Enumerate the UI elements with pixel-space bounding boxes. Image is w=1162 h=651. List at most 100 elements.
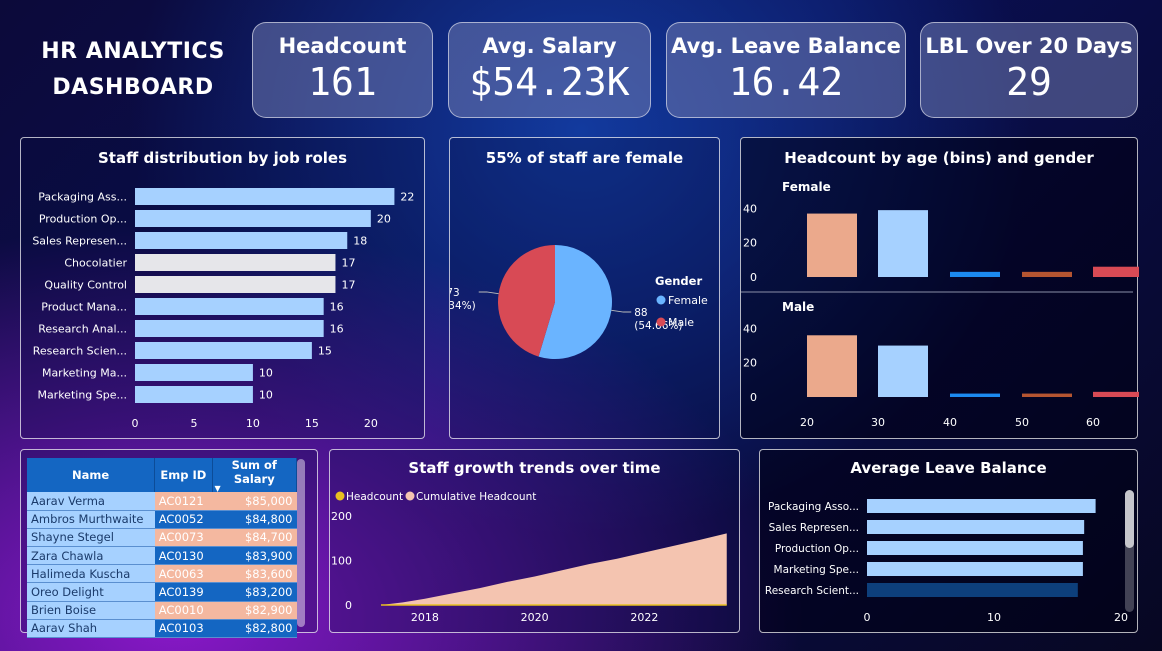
column-header-emp-id[interactable]: Emp ID [154, 458, 213, 492]
gender-pie-panel[interactable]: 55% of staff are female 88(54.66%)73(45.… [449, 137, 720, 439]
bar-category-label: Quality Control [44, 279, 127, 292]
table-scrollbar[interactable] [297, 459, 305, 627]
bar [135, 188, 395, 205]
cell-emp-id: AC0073 [154, 528, 213, 548]
bar-category-label: Research Scient... [765, 585, 859, 597]
cell-emp-id: AC0139 [154, 582, 213, 602]
bar [135, 210, 371, 227]
pie-leader-line [611, 309, 632, 313]
legend-marker [656, 317, 666, 327]
y-tick-label: 0 [345, 599, 352, 612]
cell-emp-id: AC0130 [154, 546, 213, 566]
x-tick-label: 30 [871, 416, 885, 429]
bar-data-label: 20 [377, 213, 391, 226]
growth-panel[interactable]: Staff growth trends over time Headcount C… [329, 449, 740, 633]
x-tick-label: 5 [190, 417, 197, 430]
age-gender-panel[interactable]: Headcount by age (bins) and gender Femal… [740, 137, 1139, 439]
cell-name: Zara Chawla [27, 546, 155, 566]
table-row[interactable]: Ambros Murthwaite AC0052 $84,800 [27, 510, 297, 529]
kpi-value: 16.42 [728, 60, 844, 104]
bar [878, 345, 928, 397]
legend-label: Headcount [346, 491, 403, 503]
table-row[interactable]: Zara Chawla AC0130 $83,900 [27, 546, 297, 566]
leave-panel[interactable]: Average Leave Balance Packaging Asso... S… [759, 449, 1138, 633]
cell-name: Ambros Murthwaite [27, 510, 155, 529]
cell-salary: $84,700 [212, 528, 297, 548]
bar [867, 562, 1083, 576]
legend-label: Cumulative Headcount [416, 491, 536, 503]
kpi-card-lbl-over-20[interactable]: LBL Over 20 Days 29 [920, 22, 1138, 118]
x-tick-label: 2018 [411, 611, 439, 624]
bar-category-label: Sales Represen... [769, 522, 859, 534]
bar [135, 364, 253, 381]
bar [135, 342, 312, 359]
x-tick-label: 0 [864, 611, 871, 624]
x-tick-label: 2022 [630, 611, 658, 624]
gender-pie-chart: 88(54.66%)73(45.34%)GenderFemaleMale [450, 245, 708, 359]
table-row[interactable]: Oreo Delight AC0139 $83,200 [27, 582, 297, 602]
bar-data-label: 16 [330, 301, 344, 314]
bar [135, 320, 324, 337]
job-roles-panel[interactable]: Staff distribution by job roles Packagin… [20, 137, 425, 439]
bar-data-label: 10 [259, 389, 273, 402]
table-row[interactable]: Halimeda Kuscha AC0063 $83,600 [27, 564, 297, 584]
kpi-card-avg-salary[interactable]: Avg. Salary $54.23K [448, 22, 651, 118]
legend-marker [335, 491, 345, 501]
table-row[interactable]: Aarav Shah AC0103 $82,800 [27, 619, 297, 639]
bar-category-label: Research Scien... [33, 345, 127, 358]
employee-table: Name Emp ID Sum of Salary ▼ Aarav Verma A… [27, 458, 298, 639]
leave-scrollbar-track[interactable] [1125, 490, 1134, 612]
facet-label: Male [782, 300, 814, 314]
bar-data-label: 22 [400, 191, 414, 204]
bar-category-label: Marketing Spe... [774, 564, 859, 576]
bar-category-label: Marketing Spe... [37, 389, 127, 402]
cell-salary: $82,800 [212, 619, 297, 639]
bar-category-label: Production Op... [39, 213, 127, 226]
bar-category-label: Packaging Ass... [38, 191, 127, 204]
job-roles-chart: Packaging Ass... 22 Production Op... 20 Sale… [32, 188, 414, 430]
bar-data-label: 15 [318, 345, 332, 358]
pie-value-label: 88 [634, 307, 647, 319]
kpi-card-headcount[interactable]: Headcount 161 [252, 22, 433, 118]
bar [135, 298, 324, 315]
table-row[interactable]: Aarav Verma AC0121 $85,000 [27, 492, 297, 511]
age-gender-chart: Female 0 20 40 Male 0 20 40 20 30 40 50 60 [741, 180, 1139, 429]
x-tick-label: 2020 [521, 611, 549, 624]
cell-name: Shayne Stegel [27, 528, 155, 548]
x-tick-label: 0 [132, 417, 139, 430]
y-tick-label: 100 [331, 555, 352, 568]
salary-header-label: Sum of Salary [231, 458, 277, 486]
bar [950, 393, 1000, 397]
x-tick-label: 20 [800, 416, 814, 429]
dashboard-title: HR ANALYTICS DASHBOARD [41, 39, 225, 100]
leave-scrollbar-thumb[interactable] [1125, 490, 1134, 548]
cell-name: Oreo Delight [27, 582, 155, 602]
legend-marker [405, 491, 415, 501]
employee-table-panel[interactable]: Name Emp ID Sum of Salary ▼ Aarav Verma A… [20, 449, 318, 639]
bar [867, 583, 1078, 597]
kpi-label: Avg. Salary [482, 34, 617, 58]
cell-name: Aarav Shah [27, 619, 155, 639]
bar [135, 254, 336, 271]
cell-emp-id: AC0063 [154, 564, 213, 584]
column-header-salary[interactable]: Sum of Salary ▼ [212, 458, 298, 493]
table-row[interactable]: Shayne Stegel AC0073 $84,700 [27, 528, 297, 548]
bar [867, 541, 1083, 555]
cell-emp-id: AC0010 [154, 601, 213, 620]
kpi-card-avg-leave[interactable]: Avg. Leave Balance 16.42 [666, 22, 906, 118]
legend-title: Gender [655, 274, 702, 288]
cell-emp-id: AC0103 [154, 619, 213, 639]
bar [867, 520, 1085, 534]
table-row[interactable]: Brien Boise AC0010 $82,900 [27, 601, 297, 620]
kpi-label: Headcount [278, 34, 407, 58]
column-header-name[interactable]: Name [27, 458, 156, 492]
x-tick-label: 15 [305, 417, 319, 430]
cell-name: Brien Boise [27, 601, 155, 620]
x-tick-label: 20 [364, 417, 378, 430]
legend-label: Male [668, 316, 694, 329]
kpi-label: Avg. Leave Balance [671, 34, 901, 58]
facet-label: Female [782, 180, 831, 194]
cell-salary: $83,600 [212, 564, 297, 584]
bar [1022, 393, 1072, 397]
x-tick-label: 10 [987, 611, 1001, 624]
